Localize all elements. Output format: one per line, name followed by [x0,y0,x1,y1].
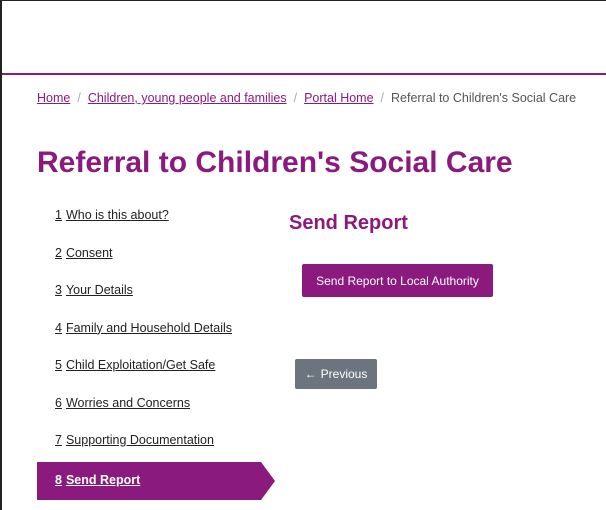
step-label[interactable]: Who is this about? [66,208,169,222]
step-label[interactable]: Consent [66,246,113,260]
section-heading: Send Report [289,212,408,234]
active-step-arrow [261,461,275,500]
breadcrumb-children-link[interactable]: Children, young people and families [88,91,287,105]
step-number: 1 [55,208,62,222]
breadcrumb: Home / Children, young people and families… [37,91,576,105]
step-item-supporting-documentation[interactable]: 7 Supporting Documentation [37,424,277,462]
step-item-child-exploitation[interactable]: 5 Child Exploitation/Get Safe [37,349,277,387]
step-item-consent[interactable]: 2 Consent [37,237,277,275]
step-item-your-details[interactable]: 3 Your Details [37,274,277,312]
step-item-send-report-active[interactable]: 8 Send Report [37,461,277,500]
step-number: 2 [55,245,62,260]
step-label[interactable]: Supporting Documentation [66,433,214,447]
step-label[interactable]: Child Exploitation/Get Safe [66,358,215,372]
step-number: 3 [55,283,62,297]
breadcrumb-separator: / [380,91,385,105]
step-number: 6 [55,395,62,410]
previous-button[interactable]: ← Previous [295,359,377,389]
breadcrumb-separator: / [293,91,298,105]
step-number: 8 [55,472,62,487]
step-number: 5 [55,358,62,372]
page-title: Referral to Children's Social Care [37,146,513,179]
breadcrumb-home-link[interactable]: Home [37,91,70,105]
step-number: 4 [55,320,62,335]
step-number: 7 [55,433,62,447]
step-label[interactable]: Worries and Concerns [66,396,190,410]
step-item-worries-concerns[interactable]: 6 Worries and Concerns [37,387,277,425]
step-label[interactable]: Family and Household Details [66,321,232,335]
breadcrumb-separator: / [77,91,81,105]
breadcrumb-current: Referral to Children's Social Care [391,91,577,105]
step-item-who-is-this-about[interactable]: 1 Who is this about? [37,199,277,237]
arrow-left-icon: ← [304,367,317,381]
site-header [2,1,606,75]
step-item-family-household[interactable]: 4 Family and Household Details [37,312,277,350]
send-report-button[interactable]: Send Report to Local Authority [302,264,493,297]
step-label[interactable]: Send Report [66,473,140,487]
breadcrumb-portal-home-link[interactable]: Portal Home [304,91,373,105]
step-navigation: 1 Who is this about? 2 Consent 3 Your Detai… [37,199,277,500]
step-label[interactable]: Your Details [66,283,133,297]
previous-button-label: Previous [320,367,368,381]
